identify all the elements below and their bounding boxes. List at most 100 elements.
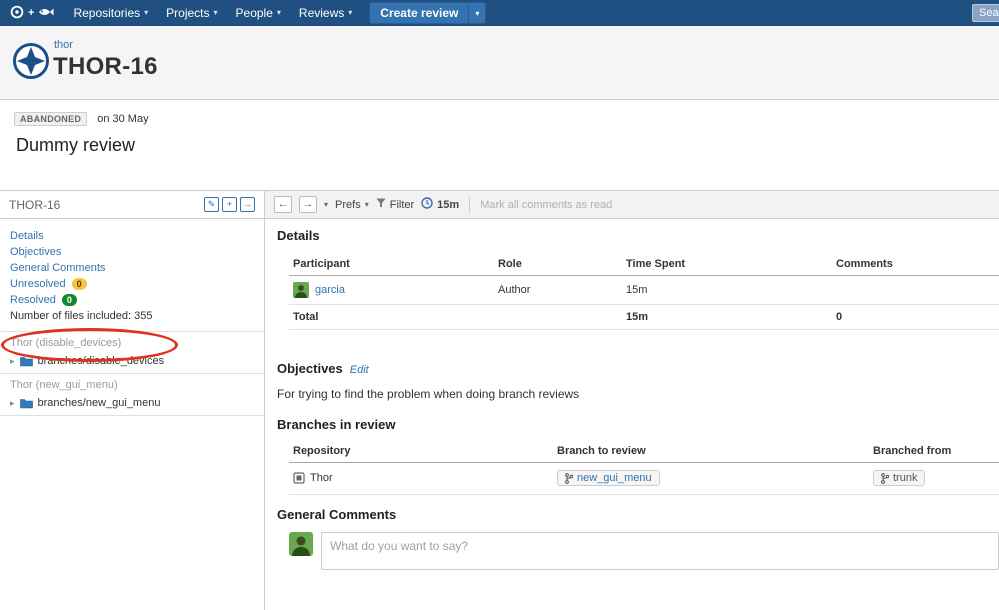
total-label: Total	[289, 304, 494, 330]
status-row: ABANDONED on 30 May	[14, 112, 149, 126]
filter-button[interactable]: Filter	[376, 198, 414, 211]
comment-editor	[289, 531, 999, 570]
column-header: Branch to review	[553, 440, 869, 463]
search-input[interactable]	[972, 4, 999, 22]
column-header: Role	[494, 253, 622, 276]
chevron-down-icon: ▾	[364, 200, 369, 209]
create-review-split-button: Create review ▾	[369, 2, 487, 24]
objectives-section: Objectives Edit For trying to find the pr…	[277, 360, 999, 401]
general-comments-section: General Comments	[277, 507, 999, 570]
total-comments: 0	[832, 304, 999, 330]
tree-item-new-gui-menu[interactable]: ▸ branches/new_gui_menu	[0, 393, 264, 416]
expand-panel-icon[interactable]: →	[240, 197, 255, 212]
project-breadcrumb-link[interactable]: thor	[54, 39, 73, 51]
sidebar: THOR-16 ✎ + → Details Objectives General…	[0, 191, 265, 610]
table-total-row: Total 15m 0	[289, 304, 999, 330]
review-title: Dummy review	[16, 135, 136, 155]
time-spent-button[interactable]: 15m	[421, 197, 459, 212]
column-header: Comments	[832, 253, 999, 276]
nav-menu-label: Reviews	[298, 6, 345, 20]
chevron-down-icon: ▾	[276, 8, 281, 17]
content-area: ← → ▾ Prefs ▾ Filter 15m Mark all commen…	[265, 191, 999, 610]
sidebar-item-label: General Comments	[10, 262, 106, 274]
details-heading: Details	[277, 228, 320, 243]
participant-role: Author	[494, 275, 622, 305]
column-header: Participant	[289, 253, 494, 276]
chevron-down-icon: ▾	[213, 8, 218, 17]
sidebar-item-label: Objectives	[10, 246, 62, 258]
chevron-down-icon: ▾	[144, 8, 149, 17]
objectives-edit-link[interactable]: Edit	[350, 364, 369, 376]
logo-plus: +	[28, 7, 35, 19]
content-body: Details Participant Role Time Spent Comm…	[265, 219, 999, 570]
add-icon[interactable]: +	[222, 197, 237, 212]
mark-all-read-button[interactable]: Mark all comments as read	[480, 199, 612, 211]
table-row: garcia Author 15m	[289, 275, 999, 305]
total-time: 15m	[622, 304, 832, 330]
content-toolbar: ← → ▾ Prefs ▾ Filter 15m Mark all commen…	[265, 191, 999, 219]
tree-item-disable-devices[interactable]: ▸ branches/disable_devices	[0, 351, 264, 374]
sidebar-nav: Details Objectives General Comments Unre…	[0, 219, 264, 331]
review-header: thor THOR-16	[0, 26, 999, 100]
unresolved-count-badge: 0	[71, 278, 87, 290]
create-review-button[interactable]: Create review	[369, 2, 469, 24]
repo-group-header: Thor (new_gui_menu)	[10, 379, 118, 391]
review-key-title: THOR-16	[53, 53, 158, 80]
sidebar-item-resolved[interactable]: Resolved 0	[10, 292, 254, 308]
project-avatar-icon	[12, 42, 50, 80]
next-comment-button[interactable]: →	[299, 196, 317, 213]
tree-expander-icon[interactable]: ▸	[10, 398, 15, 408]
files-included-note: Number of files included: 355	[10, 310, 153, 322]
resolved-count-badge: 0	[61, 294, 77, 306]
create-review-dropdown-button[interactable]: ▾	[468, 2, 487, 24]
top-nav: + Repositories ▾ Projects ▾ People ▾ Rev…	[0, 0, 999, 26]
edit-icon[interactable]: ✎	[204, 197, 219, 212]
tree-expander-icon[interactable]: ▸	[10, 356, 15, 366]
avatar	[289, 531, 313, 556]
folder-icon	[19, 356, 33, 367]
participants-table: Participant Role Time Spent Comments gar…	[289, 253, 999, 330]
chevron-down-icon: ▾	[475, 8, 480, 18]
branched-from-label: trunk	[893, 472, 918, 484]
objectives-heading: Objectives	[277, 361, 343, 376]
branches-section: Branches in review Repository Branch to …	[277, 417, 999, 495]
nav-menu-projects[interactable]: Projects ▾	[157, 0, 226, 26]
objectives-text: For trying to find the problem when doin…	[277, 387, 580, 401]
nav-menu-label: Projects	[166, 6, 210, 20]
branch-icon	[881, 472, 890, 484]
sidebar-item-details[interactable]: Details	[10, 228, 254, 244]
nav-menu-label: People	[235, 6, 273, 20]
column-header: Branched from	[869, 440, 999, 463]
comment-input[interactable]	[321, 531, 999, 570]
branches-heading: Branches in review	[277, 417, 396, 432]
nav-menu-repositories[interactable]: Repositories ▾	[64, 0, 157, 26]
repo-group-header: Thor (disable_devices)	[10, 337, 122, 349]
fisheye-logo-icon	[38, 6, 54, 21]
app-logo[interactable]: +	[0, 5, 64, 22]
general-comments-heading: General Comments	[277, 506, 397, 522]
folder-icon	[19, 398, 33, 409]
participant-link[interactable]: garcia	[315, 284, 345, 296]
sidebar-tools: ✎ + →	[204, 197, 255, 212]
nav-menu-reviews[interactable]: Reviews ▾	[290, 0, 361, 26]
column-header: Repository	[289, 440, 553, 463]
status-badge: ABANDONED	[14, 112, 88, 126]
sidebar-item-general-comments[interactable]: General Comments	[10, 260, 254, 276]
branch-icon	[565, 472, 574, 484]
nav-options-dropdown[interactable]: ▾	[324, 200, 328, 209]
divider	[469, 196, 471, 213]
previous-comment-button[interactable]: ←	[274, 196, 292, 213]
nav-menu-people[interactable]: People ▾	[227, 0, 290, 26]
repository-icon	[293, 472, 305, 484]
arrow-left-icon: ←	[277, 198, 289, 210]
time-spent-label: 15m	[437, 198, 460, 211]
repository-name: Thor	[310, 472, 333, 485]
status-date: on 30 May	[97, 113, 149, 125]
sidebar-item-label: Details	[10, 230, 44, 242]
branch-to-review-link[interactable]: new_gui_menu	[577, 472, 652, 484]
chevron-down-icon: ▾	[348, 8, 353, 17]
prefs-button[interactable]: Prefs ▾	[335, 199, 369, 211]
sidebar-item-objectives[interactable]: Objectives	[10, 244, 254, 260]
sidebar-item-unresolved[interactable]: Unresolved 0	[10, 276, 254, 292]
sidebar-item-label: Resolved	[10, 294, 56, 306]
